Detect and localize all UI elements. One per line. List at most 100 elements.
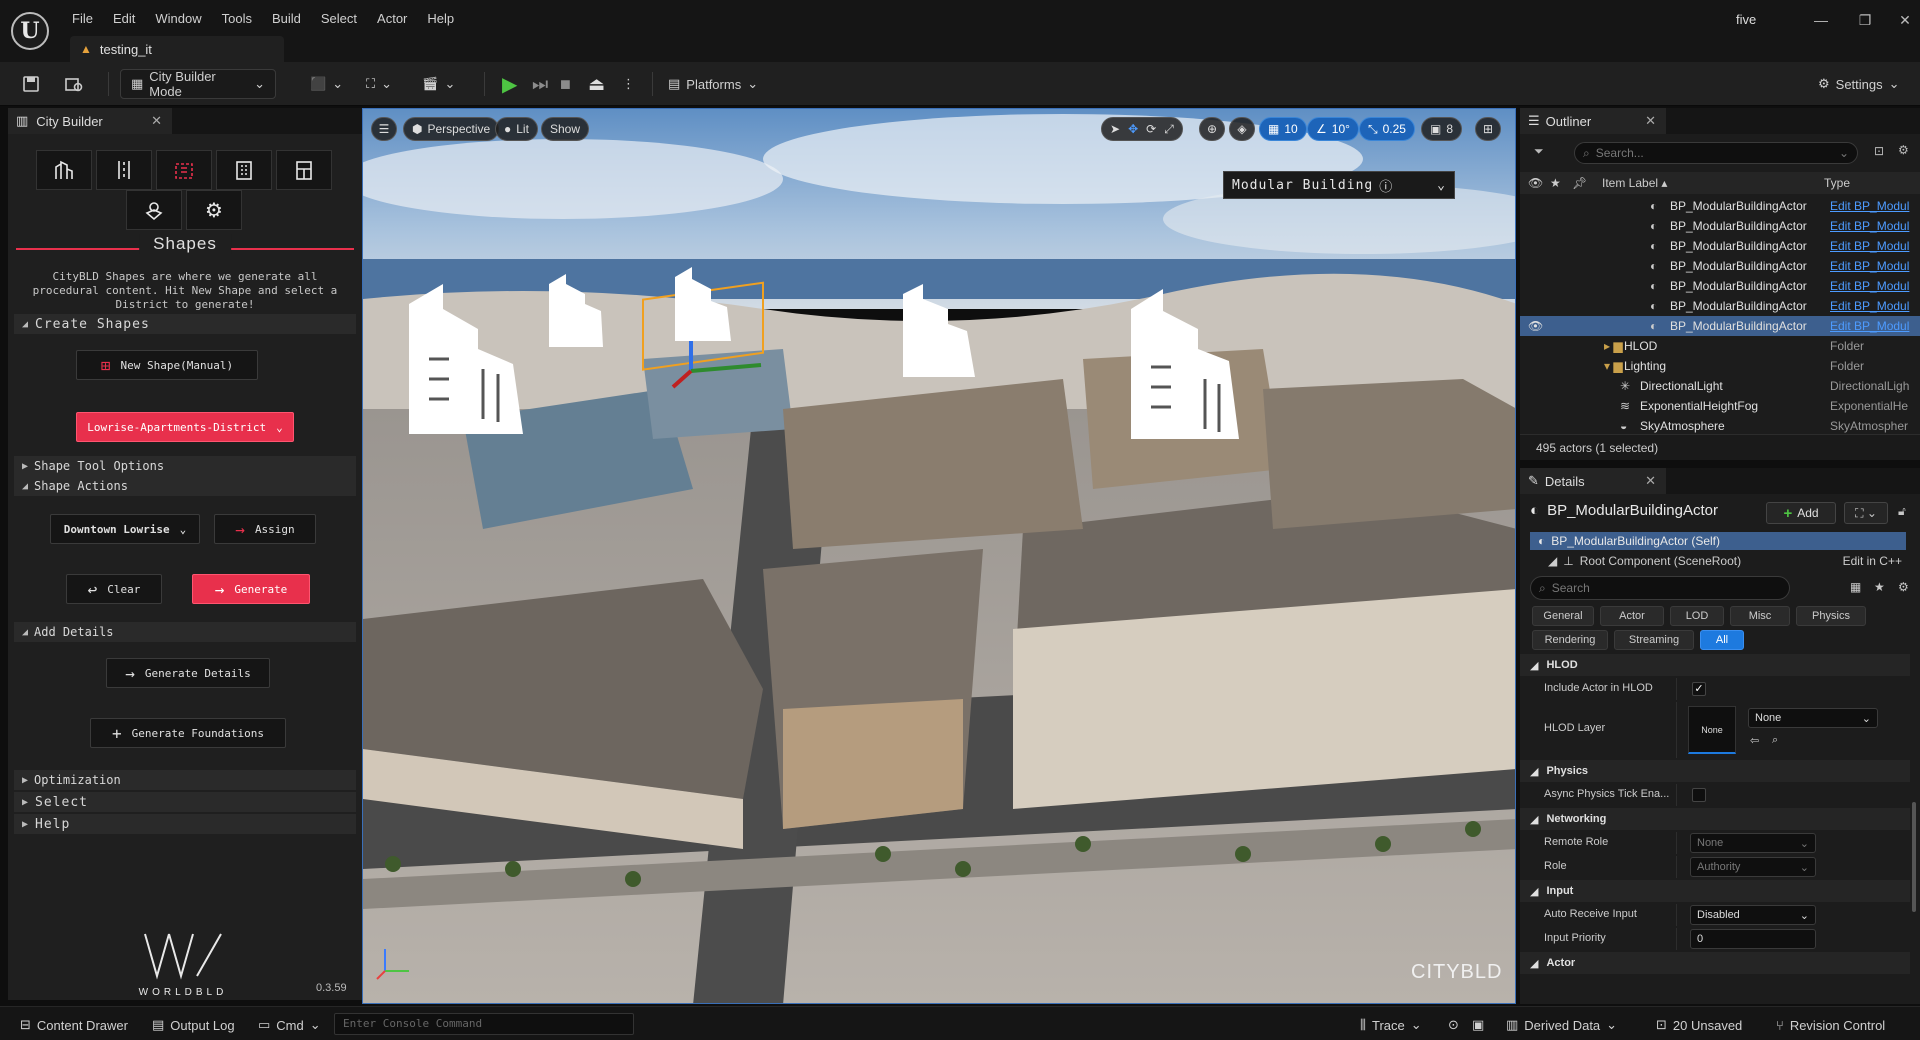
- show-button[interactable]: Show: [541, 117, 590, 141]
- menu-help[interactable]: Help: [417, 6, 464, 31]
- more-options-icon[interactable]: ⋮: [622, 69, 635, 99]
- save-icon[interactable]: [22, 69, 40, 99]
- cinematics-button[interactable]: 🎬︎ ⌄: [422, 69, 455, 99]
- minimize-icon[interactable]: —: [1806, 8, 1836, 32]
- shape-tool-options-section[interactable]: ▶ Shape Tool Options: [14, 456, 356, 476]
- item-label-header[interactable]: Item Label ▴: [1602, 176, 1667, 190]
- unsaved-button[interactable]: ⊡ 20 Unsaved: [1656, 1015, 1742, 1035]
- outliner-row[interactable]: ◐ BP_ModularBuildingActor Edit BP_Modul: [1520, 276, 1920, 296]
- storefront-icon[interactable]: [276, 150, 332, 190]
- assign-button[interactable]: → Assign: [214, 514, 316, 544]
- menu-window[interactable]: Window: [145, 6, 211, 31]
- edit-blueprint-link[interactable]: Edit BP_Modul: [1830, 319, 1916, 333]
- close-icon[interactable]: ✕: [151, 113, 162, 129]
- tab-city-builder[interactable]: ▥ City Builder ✕: [8, 108, 172, 134]
- step-button[interactable]: ⏭: [532, 69, 548, 99]
- filter-misc[interactable]: Misc: [1730, 606, 1790, 626]
- optimization-section[interactable]: ▶ Optimization: [14, 770, 356, 790]
- filter-actor[interactable]: Actor: [1600, 606, 1664, 626]
- blueprint-options-button[interactable]: ⛶ ⌄: [1844, 502, 1888, 524]
- world-space-icon[interactable]: ⊕: [1199, 117, 1225, 141]
- use-selected-icon[interactable]: ⇦: [1750, 734, 1759, 747]
- star-icon[interactable]: ★: [1550, 176, 1561, 190]
- downtown-dropdown[interactable]: Downtown Lowrise ⌄: [50, 514, 200, 544]
- menu-actor[interactable]: Actor: [367, 6, 417, 31]
- maximize-icon[interactable]: ❐: [1850, 8, 1880, 32]
- outliner-row[interactable]: ◐ BP_ModularBuildingActor Edit BP_Modul: [1520, 236, 1920, 256]
- outliner-row[interactable]: 👁︎ ◐ BP_ModularBuildingActor Edit BP_Modul: [1520, 316, 1920, 336]
- category-actor[interactable]: ◢ Actor: [1520, 952, 1910, 974]
- menu-file[interactable]: File: [62, 6, 103, 31]
- hlod-layer-thumbnail[interactable]: None: [1688, 706, 1736, 754]
- project-tab[interactable]: ▲ testing_it: [70, 36, 284, 62]
- cmd-dropdown[interactable]: ▭ Cmd ⌄: [258, 1015, 321, 1035]
- outliner-search-input[interactable]: ⌕ Search... ⌄: [1574, 142, 1858, 164]
- category-physics[interactable]: ◢ Physics: [1520, 760, 1910, 782]
- record-icon[interactable]: ⊙: [1448, 1015, 1459, 1035]
- details-search-input[interactable]: ⌕ Search: [1530, 576, 1790, 600]
- modular-building-dropdown[interactable]: Modular Building ⓘ ⌄: [1223, 171, 1455, 199]
- tab-outliner[interactable]: ☰ Outliner ✕: [1520, 108, 1666, 134]
- filter-physics[interactable]: Physics: [1796, 606, 1866, 626]
- road-icon[interactable]: [96, 150, 152, 190]
- help-section[interactable]: ▶ Help: [14, 814, 356, 834]
- trace-dropdown[interactable]: ⫼ Trace ⌄: [1360, 1015, 1422, 1035]
- pin-icon[interactable]: 📌︎: [1572, 176, 1587, 190]
- filter-lod[interactable]: LOD: [1670, 606, 1724, 626]
- auto-receive-combo[interactable]: Disabled ⌄: [1690, 905, 1816, 925]
- filter-streaming[interactable]: Streaming: [1614, 630, 1694, 650]
- outliner-row[interactable]: ▾ ▆ Lighting Folder: [1520, 356, 1920, 376]
- revision-control-button[interactable]: ⑂ Revision Control: [1776, 1015, 1885, 1035]
- add-folder-icon[interactable]: ⊡: [1874, 144, 1884, 158]
- landmark-icon[interactable]: [126, 190, 182, 230]
- tab-details[interactable]: ✎ Details ✕: [1520, 468, 1666, 494]
- lit-button[interactable]: ● Lit: [495, 117, 538, 141]
- browse-icon[interactable]: ⌕: [1772, 734, 1778, 747]
- gear-icon[interactable]: ⚙: [1898, 143, 1909, 157]
- edit-blueprint-link[interactable]: Edit BP_Modul: [1830, 219, 1916, 233]
- building-icon[interactable]: [216, 150, 272, 190]
- create-shapes-section[interactable]: ◢ Create Shapes: [14, 314, 356, 334]
- viewport-layout-icon[interactable]: ⊞: [1475, 117, 1501, 141]
- output-log-button[interactable]: ▤ Output Log: [152, 1015, 235, 1035]
- edit-cpp-link[interactable]: Edit in C++: [1843, 554, 1902, 568]
- category-input[interactable]: ◢ Input: [1520, 880, 1910, 902]
- stop-button[interactable]: ■: [560, 69, 571, 99]
- add-details-section[interactable]: ◢ Add Details: [14, 622, 356, 642]
- new-shape-button[interactable]: ⊞ New Shape(Manual): [76, 350, 258, 380]
- outliner-row[interactable]: ▸ ▆ HLOD Folder: [1520, 336, 1920, 356]
- edit-blueprint-link[interactable]: Edit BP_Modul: [1830, 259, 1916, 273]
- async-physics-checkbox[interactable]: [1692, 788, 1706, 802]
- eye-icon[interactable]: 👁︎: [1528, 319, 1543, 333]
- select-section[interactable]: ▶ Select: [14, 792, 356, 812]
- shape-actions-section[interactable]: ◢ Shape Actions: [14, 476, 356, 496]
- edit-blueprint-link[interactable]: Edit BP_Modul: [1830, 279, 1916, 293]
- settings-dropdown[interactable]: ⚙ Settings ⌄: [1818, 69, 1900, 99]
- filter-icon[interactable]: ⏷: [1534, 144, 1544, 159]
- star-icon[interactable]: ★: [1874, 580, 1885, 594]
- edit-blueprint-link[interactable]: Edit BP_Modul: [1830, 239, 1916, 253]
- close-window-icon[interactable]: ✕: [1890, 8, 1920, 32]
- blueprint-button[interactable]: ⛶ ⌄: [366, 69, 392, 99]
- generate-button[interactable]: → Generate: [192, 574, 310, 604]
- generate-foundations-button[interactable]: + Generate Foundations: [90, 718, 286, 748]
- gear-icon[interactable]: ⚙: [186, 190, 242, 230]
- menu-edit[interactable]: Edit: [103, 6, 145, 31]
- gear-icon[interactable]: ⚙: [1898, 580, 1909, 594]
- filter-general[interactable]: General: [1532, 606, 1594, 626]
- outliner-row[interactable]: ◐ BP_ModularBuildingActor Edit BP_Modul: [1520, 196, 1920, 216]
- outliner-row[interactable]: ≋ ExponentialHeightFog ExponentialHe: [1520, 396, 1920, 416]
- district-dropdown[interactable]: Lowrise-Apartments-District ⌄: [76, 412, 294, 442]
- grid-snap-toggle[interactable]: ▦ 10: [1259, 117, 1307, 141]
- outliner-row[interactable]: ◐ BP_ModularBuildingActor Edit BP_Modul: [1520, 296, 1920, 316]
- scale-snap-toggle[interactable]: ⤡ 0.25: [1359, 117, 1415, 141]
- camera-speed-button[interactable]: ▣ 8: [1421, 117, 1463, 141]
- derived-data-button[interactable]: ▥ Derived Data ⌄: [1506, 1015, 1617, 1035]
- hlod-layer-combo[interactable]: None ⌄: [1748, 708, 1878, 728]
- type-header[interactable]: Type: [1824, 176, 1850, 190]
- role-combo[interactable]: Authority ⌄: [1690, 857, 1816, 877]
- screenshot-icon[interactable]: ▣: [1472, 1015, 1484, 1035]
- generate-details-button[interactable]: → Generate Details: [106, 658, 270, 688]
- unreal-logo-icon[interactable]: U: [11, 12, 49, 50]
- category-hlod[interactable]: ◢ HLOD: [1520, 654, 1910, 676]
